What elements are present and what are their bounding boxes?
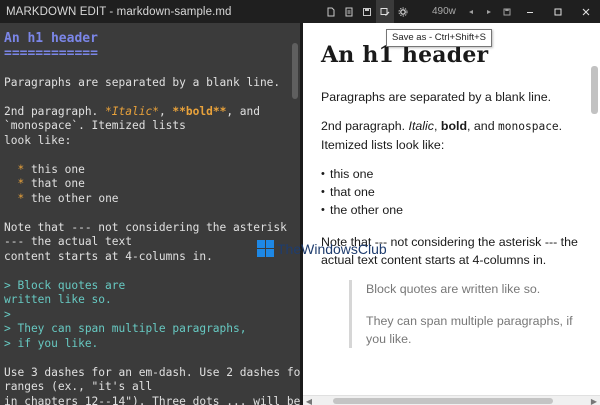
save-small-icon[interactable] [498, 0, 516, 23]
preview-scrollbar-thumb[interactable] [591, 66, 598, 114]
scroll-right-icon[interactable]: ▶ [588, 396, 600, 405]
editor-bullet: * [17, 177, 25, 190]
editor-p2-line3: look like: [4, 133, 72, 147]
preview-italic: Italic [408, 119, 434, 133]
editor-dash-line3: in chapters 12--14"). Three dots ... wil… [4, 394, 300, 405]
editor-note-line1: Note that --- not considering the asteri… [4, 220, 287, 234]
list-item: this one [321, 165, 589, 183]
toolbar [322, 0, 412, 23]
window-title: MARKDOWN EDIT - markdown-sample.md [6, 5, 232, 18]
scroll-left-icon[interactable]: ◀ [303, 396, 315, 405]
editor-p1: Paragraphs are separated by a blank line… [4, 75, 281, 89]
editor-bullet: * [17, 191, 25, 205]
preview-p2: 2nd paragraph. Italic, bold, and monospa… [321, 117, 589, 154]
save-icon[interactable] [358, 0, 376, 23]
open-file-icon[interactable] [340, 0, 358, 23]
maximize-icon[interactable] [544, 0, 572, 23]
save-as-icon[interactable] [376, 0, 394, 23]
editor-bullet: * [17, 162, 25, 176]
editor-list-item: that one [30, 177, 85, 190]
horizontal-scrollbar-thumb[interactable] [333, 398, 553, 404]
preview-p2-prefix: 2nd paragraph. [321, 119, 409, 133]
watermark: TheWindowsClub [257, 239, 387, 259]
watermark-text: TheWindowsClub [277, 241, 387, 257]
preview-pane: An h1 header Paragraphs are separated by… [303, 23, 600, 405]
editor-p2-prefix: 2nd paragraph. [4, 104, 106, 118]
preview-content: An h1 header Paragraphs are separated by… [321, 41, 589, 362]
editor-quote-line3: > [4, 307, 11, 321]
toolbar-extra [462, 0, 516, 23]
editor-quote-line4: > They can span multiple paragraphs, [4, 322, 247, 335]
editor-scrollbar-thumb[interactable] [292, 43, 298, 99]
new-file-icon[interactable] [322, 0, 340, 23]
settings-icon[interactable] [394, 0, 412, 23]
window-controls [516, 0, 600, 23]
preview-p2-comma: , [433, 119, 441, 133]
editor-dash-line2: ranges (ex., "it's all [4, 380, 153, 393]
preview-p1: Paragraphs are separated by a blank line… [321, 90, 552, 104]
windows-logo-icon [257, 240, 275, 258]
redo-icon[interactable] [480, 0, 498, 23]
editor-dash-line1: Use 3 dashes for an em-dash. Use 2 dashe… [4, 365, 300, 379]
preview-monospace: monospace [498, 120, 559, 133]
editor-p2-line2: `monospace`. Itemized lists [4, 119, 186, 132]
editor-text[interactable]: An h1 header ============ Paragraphs are… [0, 23, 300, 405]
minimize-icon[interactable] [516, 0, 544, 23]
preview-list: this one that one the other one [321, 165, 589, 219]
editor-quote-line2: written like so. [4, 293, 112, 306]
preview-quote1: Block quotes are written like so. [366, 282, 541, 296]
editor-h1: An h1 header [4, 31, 98, 46]
editor-note-line3: content starts at 4-columns in. [4, 249, 213, 263]
title-bar: MARKDOWN EDIT - markdown-sample.md 490w [0, 0, 600, 23]
editor-quote-line5: > if you like. [4, 336, 99, 350]
editor-italic: *Italic* [105, 104, 159, 118]
list-item: that one [321, 183, 589, 201]
preview-quote2: They can span multiple paragraphs, if yo… [366, 314, 573, 346]
editor-note-line2: --- the actual text [4, 235, 132, 248]
preview-bold: bold [440, 119, 468, 133]
save-as-tooltip: Save as - Ctrl+Shift+S [386, 29, 492, 47]
width-indicator: 490w [432, 6, 456, 17]
close-icon[interactable] [572, 0, 600, 23]
editor-bold: **bold** [172, 104, 227, 118]
preview-blockquote: Block quotes are written like so. They c… [349, 280, 589, 348]
list-item: the other one [321, 201, 589, 219]
markdown-editor[interactable]: An h1 header ============ Paragraphs are… [0, 23, 300, 405]
editor-list-item: this one [30, 162, 85, 176]
undo-icon[interactable] [462, 0, 480, 23]
preview-p2-and: , and [467, 119, 499, 133]
editor-p2-comma: , [158, 104, 173, 118]
editor-h1-underline: ============ [4, 45, 98, 61]
preview-horizontal-scrollbar[interactable]: ◀ ▶ [303, 395, 600, 405]
editor-list-item: the other one [30, 191, 119, 205]
editor-quote-line1: > Block quotes are [4, 278, 126, 292]
editor-p2-and: , and [226, 104, 260, 118]
